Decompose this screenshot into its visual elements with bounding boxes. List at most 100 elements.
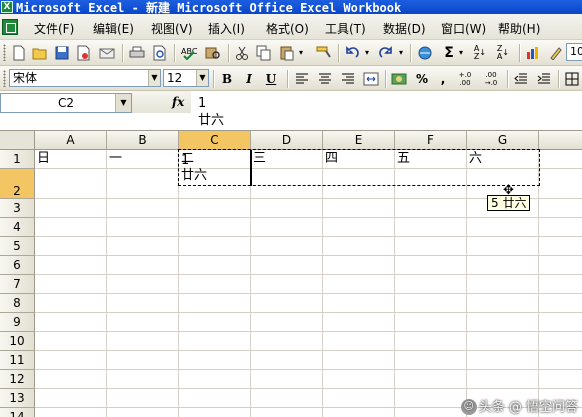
select-all-button[interactable] (0, 131, 35, 150)
row-header-3[interactable]: 3 (0, 199, 35, 218)
menu-tools[interactable]: 工具(T) (325, 20, 366, 37)
menu-edit[interactable]: 编辑(E) (93, 20, 134, 37)
watermark-text: 头条 @ 悟空问答 (478, 399, 578, 415)
row-header-7[interactable]: 7 (0, 275, 35, 294)
insert-function-icon[interactable]: fx (172, 95, 184, 109)
column-header-e[interactable]: E (323, 131, 395, 150)
align-right-icon[interactable] (339, 70, 357, 88)
chevron-down-icon[interactable]: ▼ (115, 94, 131, 112)
paste-icon[interactable] (278, 44, 296, 62)
chart-wizard-icon[interactable] (525, 44, 543, 62)
cell-c2[interactable]: 1 廿六 (179, 152, 251, 199)
worksheet-grid[interactable]: A B C D E F G 1 2 3 4 5 6 7 8 9 10 11 12… (0, 131, 582, 417)
row-header-8[interactable]: 8 (0, 294, 35, 313)
column-header-f[interactable]: F (395, 131, 467, 150)
align-left-icon[interactable] (293, 70, 311, 88)
copy-icon[interactable] (255, 44, 273, 62)
name-box[interactable]: C2 ▼ (0, 93, 132, 113)
comma-button[interactable]: , (434, 70, 452, 88)
menu-format[interactable]: 格式(O) (266, 20, 309, 37)
column-header-a[interactable]: A (35, 131, 107, 150)
zoom-combo[interactable]: 10 (566, 43, 582, 61)
column-header-b[interactable]: B (107, 131, 179, 150)
currency-icon[interactable] (390, 70, 408, 88)
svg-text:ABC: ABC (181, 47, 197, 56)
cell-a1[interactable]: 日 (35, 150, 107, 169)
window-title: Microsoft Excel - 新建 Microsoft Office Ex… (16, 1, 402, 14)
cell-f1[interactable]: 五 (395, 150, 467, 169)
row-header-5[interactable]: 5 (0, 237, 35, 256)
column-header-g[interactable]: G (467, 131, 539, 150)
row-header-1[interactable]: 1 (0, 150, 35, 169)
name-box-value: C2 (57, 96, 74, 110)
research-icon[interactable] (204, 44, 222, 62)
underline-button[interactable]: U (262, 70, 280, 88)
increase-indent-icon[interactable] (535, 70, 553, 88)
merge-center-icon[interactable] (362, 70, 380, 88)
row-header-2[interactable]: 2 (0, 169, 35, 199)
excel-app-icon[interactable]: X (1, 1, 13, 13)
row-header-9[interactable]: 9 (0, 313, 35, 332)
cell-g1[interactable]: 六 (467, 150, 539, 169)
undo-dropdown-icon[interactable]: ▾ (362, 44, 372, 62)
increase-decimal-button[interactable]: +.0 .00 (454, 70, 476, 88)
percent-button[interactable]: % (413, 70, 431, 88)
cell-e1[interactable]: 四 (323, 150, 395, 169)
print-icon[interactable] (128, 44, 146, 62)
row-header-12[interactable]: 12 (0, 370, 35, 389)
autosum-dropdown-icon[interactable]: ▾ (456, 44, 466, 62)
save-icon[interactable] (53, 44, 71, 62)
spelling-icon[interactable]: ABC (180, 44, 198, 62)
email-icon[interactable] (98, 44, 116, 62)
sort-descending-icon[interactable]: Z A ↓ (494, 44, 512, 62)
cell-d1[interactable]: 三 (251, 150, 323, 169)
menu-bar: 文件(F) 编辑(E) 视图(V) 插入(I) 格式(O) 工具(T) 数据(D… (0, 14, 582, 40)
menu-file[interactable]: 文件(F) (34, 20, 74, 37)
undo-icon[interactable] (343, 44, 361, 62)
toolbar-grip[interactable] (3, 44, 6, 61)
decrease-decimal-button[interactable]: .00 →.0 (480, 70, 502, 88)
column-header-c[interactable]: C (179, 131, 251, 150)
drawing-icon[interactable] (547, 44, 565, 62)
row-header-13[interactable]: 13 (0, 389, 35, 408)
chevron-down-icon[interactable]: ▼ (196, 70, 208, 86)
bold-button[interactable]: B (218, 70, 236, 88)
formula-input[interactable]: 1 廿六 (198, 95, 224, 129)
new-icon[interactable] (10, 44, 28, 62)
cell-b1[interactable]: 一 (107, 150, 179, 169)
column-header-h[interactable] (539, 131, 582, 150)
decrease-indent-icon[interactable] (512, 70, 530, 88)
redo-dropdown-icon[interactable]: ▾ (396, 44, 406, 62)
permission-icon[interactable] (74, 44, 92, 62)
row-header-11[interactable]: 11 (0, 351, 35, 370)
title-bar: X Microsoft Excel - 新建 Microsoft Office … (0, 0, 582, 14)
print-preview-icon[interactable] (151, 44, 169, 62)
toolbar-grip[interactable] (3, 70, 6, 87)
gridlines (35, 150, 582, 417)
row-header-6[interactable]: 6 (0, 256, 35, 275)
borders-icon[interactable] (563, 70, 581, 88)
autofill-tooltip: 5 廿六 (487, 195, 531, 211)
workbook-control-icon[interactable] (2, 19, 18, 35)
menu-insert[interactable]: 插入(I) (208, 20, 245, 37)
italic-button[interactable]: I (240, 70, 258, 88)
cut-icon[interactable] (233, 44, 251, 62)
column-header-d[interactable]: D (251, 131, 323, 150)
menu-help[interactable]: 帮助(H) (498, 20, 540, 37)
font-size-combo[interactable]: 12 ▼ (163, 69, 209, 87)
sort-ascending-icon[interactable]: A Z ↓ (471, 44, 489, 62)
chevron-down-icon[interactable]: ▼ (148, 70, 160, 86)
format-painter-icon[interactable] (315, 44, 333, 62)
row-header-4[interactable]: 4 (0, 218, 35, 237)
font-name-combo[interactable]: 宋体 ▼ (9, 69, 161, 87)
hyperlink-icon[interactable] (416, 44, 434, 62)
menu-data[interactable]: 数据(D) (383, 20, 426, 37)
row-header-10[interactable]: 10 (0, 332, 35, 351)
paste-dropdown-icon[interactable]: ▾ (296, 44, 306, 62)
menu-view[interactable]: 视图(V) (151, 20, 193, 37)
menu-window[interactable]: 窗口(W) (441, 20, 486, 37)
row-header-14[interactable]: 14 (0, 408, 35, 417)
align-center-icon[interactable] (316, 70, 334, 88)
open-icon[interactable] (31, 44, 49, 62)
redo-icon[interactable] (377, 44, 395, 62)
